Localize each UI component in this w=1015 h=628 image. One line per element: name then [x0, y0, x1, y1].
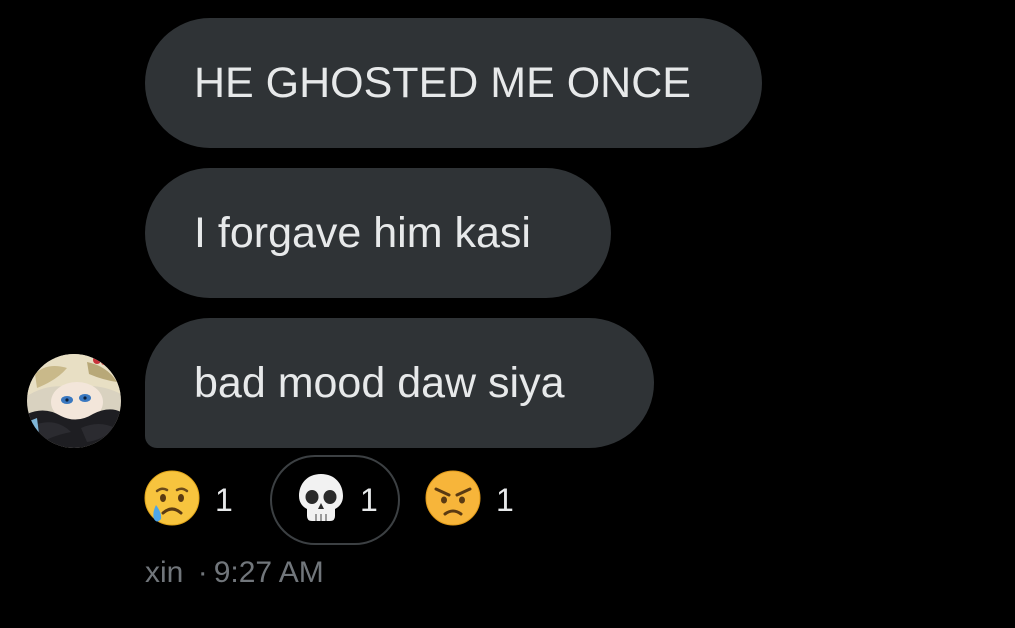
crying-face-icon	[143, 469, 201, 532]
message-text: I forgave him kasi	[194, 208, 531, 257]
message-text: bad mood daw siya	[194, 358, 565, 407]
separator: ·	[197, 556, 208, 589]
message-bubble[interactable]: bad mood daw siya	[145, 318, 654, 448]
angry-face-icon	[424, 469, 482, 532]
message-bubble[interactable]: I forgave him kasi	[145, 168, 611, 298]
avatar[interactable]	[27, 354, 121, 448]
reaction-skull[interactable]: 1	[270, 455, 400, 545]
reaction-count: 1	[215, 481, 233, 518]
reaction-angry[interactable]: 1	[424, 455, 514, 545]
timestamp: 9:27 AM	[213, 556, 324, 589]
reaction-count: 1	[360, 481, 378, 518]
sender-name[interactable]: xin	[145, 556, 183, 589]
message-meta: xin · 9:27 AM	[145, 556, 324, 590]
reaction-crying[interactable]: 1	[143, 455, 233, 545]
avatar-image	[27, 354, 121, 448]
skull-icon	[296, 472, 346, 529]
reaction-count: 1	[496, 481, 514, 518]
message-text: HE GHOSTED ME ONCE	[194, 58, 691, 107]
message-bubble[interactable]: HE GHOSTED ME ONCE	[145, 18, 762, 148]
